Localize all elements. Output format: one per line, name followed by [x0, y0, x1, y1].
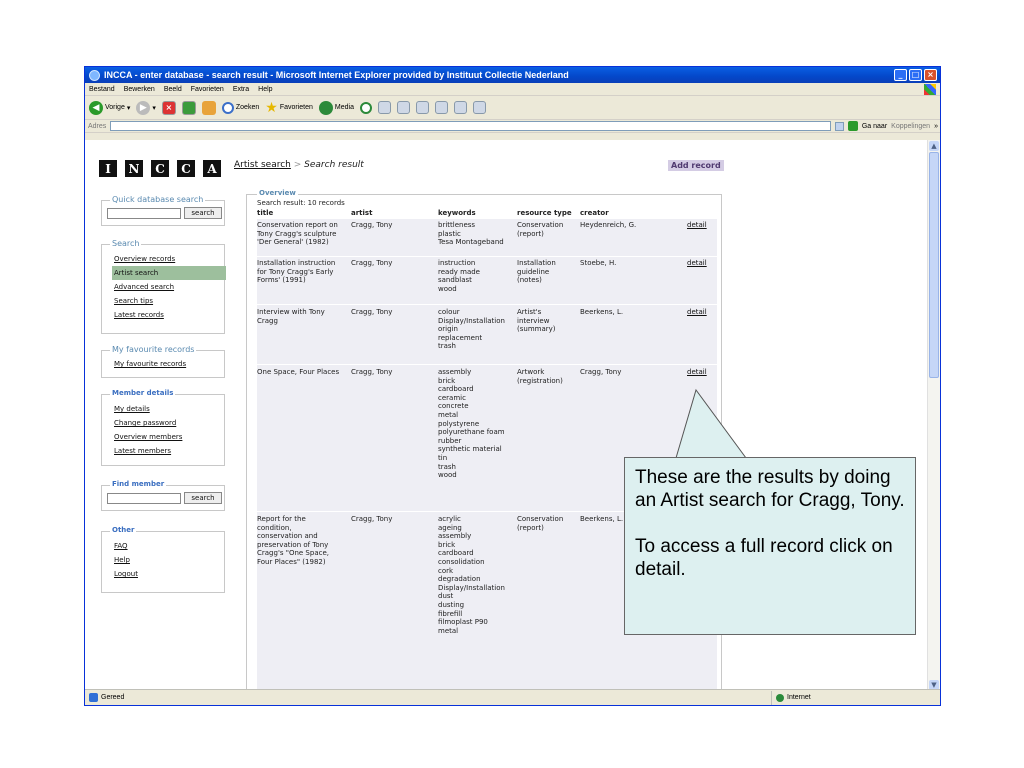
callout-text-1: These are the results by doing an Artist… [635, 467, 905, 511]
annotation-callout: These are the results by doing an Artist… [624, 457, 916, 635]
callout-text-2: To access a full record click on detail. [635, 536, 893, 580]
callout-pointer [675, 388, 747, 459]
callout-pointer-shape [675, 388, 747, 459]
